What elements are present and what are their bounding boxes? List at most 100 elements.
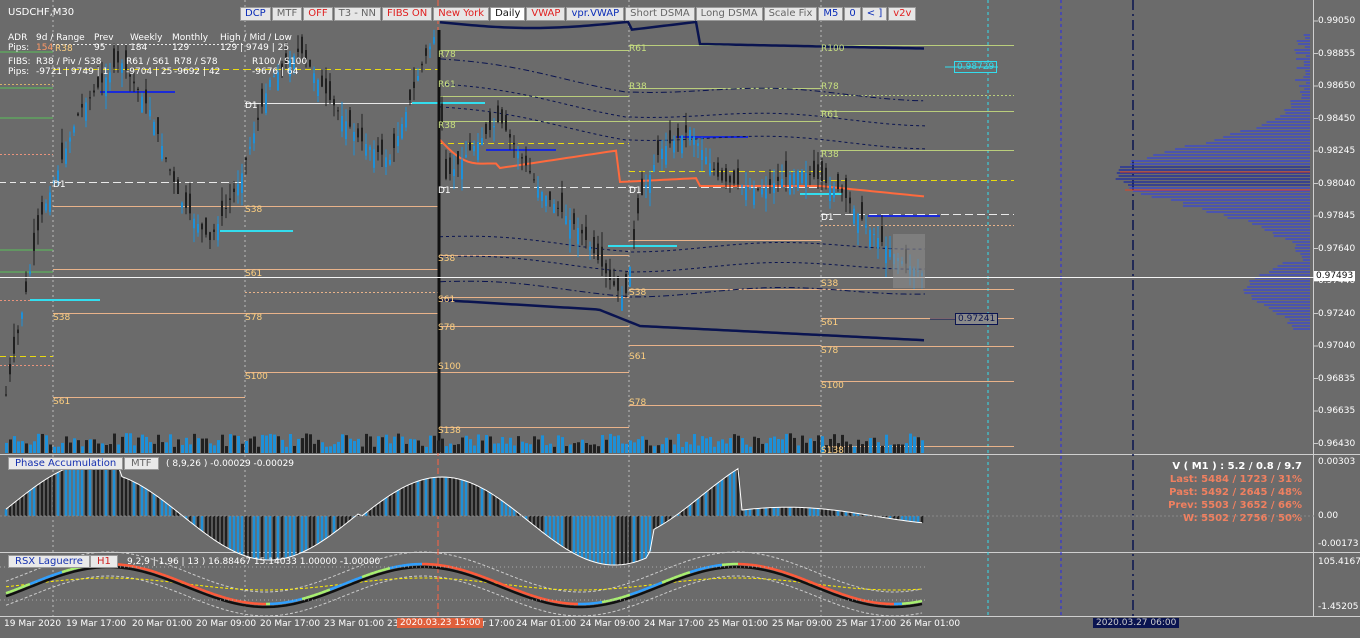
volume-bar (801, 435, 804, 453)
chart-canvas[interactable] (0, 0, 1360, 638)
candle-body (805, 173, 807, 187)
candle-body (697, 143, 699, 146)
adr-cell: High / Mid / Low (220, 33, 292, 43)
time-tick-label: 25 Mar 09:00 (772, 619, 833, 629)
volume-bar (793, 437, 796, 453)
rsx-color-line (157, 571, 163, 576)
volume-bar (745, 444, 748, 453)
candle-body (569, 220, 571, 239)
rsx-color-line (829, 588, 835, 593)
toolbar-button-8[interactable]: vpr.VWAP (566, 7, 625, 21)
rsx-h1-tag[interactable]: H1 (90, 555, 118, 568)
candle-body (561, 192, 563, 212)
rsx-color-line (489, 578, 495, 583)
fib-level-label: S100 (245, 372, 268, 382)
toolbar-button-6[interactable]: Daily (490, 7, 526, 21)
price-tick-label: 0.98855 (1318, 48, 1356, 59)
rsx-color-line (197, 587, 203, 592)
rsx-color-line (325, 588, 331, 593)
toolbar-button-15[interactable]: v2v (888, 7, 917, 21)
rsx-color-line (477, 573, 483, 578)
rsx-color-line (453, 566, 459, 570)
fib-level-label: S78 (821, 346, 839, 356)
volume-bar (65, 436, 68, 453)
candle-body (21, 312, 23, 319)
candle-body (833, 187, 835, 198)
volume-bar (373, 446, 376, 453)
toolbar-button-11[interactable]: Scale Fix (763, 7, 818, 21)
candle-body (149, 110, 151, 117)
candle-body (801, 171, 803, 183)
fib-level-label: S38 (245, 205, 263, 215)
phase-accumulation-tag[interactable]: Phase Accumulation (8, 457, 124, 470)
rsx-color-line (329, 586, 335, 591)
candle-body (453, 169, 455, 177)
rsx-color-line (537, 596, 543, 600)
volume-bar (353, 441, 356, 453)
fib-level-label: D1 (629, 186, 642, 196)
volume-bar (49, 444, 52, 453)
volume-bar (445, 446, 448, 453)
toolbar-button-7[interactable]: VWAP (526, 7, 566, 21)
candle-body (829, 185, 831, 202)
volume-bar (333, 444, 336, 453)
toolbar-button-2[interactable]: OFF (303, 7, 333, 21)
volume-bar (277, 436, 280, 453)
fib-info-cell: -9704 | 25 (126, 67, 173, 77)
candle-body (669, 130, 671, 144)
rsx-color-line (793, 574, 799, 579)
toolbar-button-1[interactable]: MTF (271, 7, 303, 21)
toolbar-button-14[interactable]: < ] (861, 7, 888, 21)
toolbar-button-3[interactable]: T3 - NN (333, 7, 381, 21)
rsx-color-line (661, 579, 667, 584)
candle-body (545, 196, 547, 207)
toolbar-button-5[interactable]: New York (433, 7, 490, 21)
rsx-laguerre-tag[interactable]: RSX Laguerre (8, 555, 90, 568)
phase-mtf-tag[interactable]: MTF (124, 457, 159, 470)
toolbar-button-13[interactable]: 0 (844, 7, 861, 21)
rsx-color-line (25, 582, 31, 587)
candle-body (589, 246, 591, 251)
volume-stats: V ( M1 ) : 5.2 / 0.8 / 9.7 Last: 5484 / 1… (1168, 460, 1302, 525)
candle-body (581, 229, 583, 234)
candle-body (165, 157, 167, 159)
rsx-color-line (533, 594, 539, 599)
volume-bar (477, 434, 480, 453)
volume-bar (425, 446, 428, 453)
candle-body (365, 144, 367, 156)
candle-body (361, 127, 363, 142)
candle-body (321, 75, 323, 87)
candle-body (573, 213, 575, 224)
volume-bar (181, 444, 184, 453)
volume-bar (417, 440, 420, 453)
volume-bar (101, 443, 104, 453)
rsx-color-line (637, 589, 643, 594)
rsx-color-line (21, 584, 27, 589)
fib-level-label: S61 (53, 397, 71, 407)
candle-body (617, 276, 619, 291)
volume-bar (465, 435, 468, 453)
volume-bar (489, 436, 492, 453)
volume-bar (585, 443, 588, 453)
toolbar-button-12[interactable]: M5 (818, 7, 844, 21)
time-tick-label: 20 Mar 09:00 (196, 619, 257, 629)
upper-price-tag: 0.98729 (954, 61, 998, 73)
volume-bar (845, 441, 848, 453)
volume-bar (57, 446, 60, 453)
rsx-color-line (177, 579, 183, 584)
toolbar-button-4[interactable]: FIBS ON (382, 7, 433, 21)
toolbar-button-9[interactable]: Short DSMA (625, 7, 695, 21)
adr-cell: 154 (36, 43, 54, 53)
fib-level-label: S38 (53, 313, 71, 323)
rsx-color-line (457, 567, 463, 572)
volume-bar (217, 440, 220, 453)
volume-bar (21, 441, 24, 453)
candle-body (173, 171, 175, 182)
volume-bar (717, 441, 720, 453)
fib-level-label: R38 (438, 121, 456, 131)
toolbar-button-0[interactable]: DCP (240, 7, 271, 21)
rsx-color-line (813, 582, 819, 587)
toolbar-button-10[interactable]: Long DSMA (695, 7, 763, 21)
candle-body (325, 78, 327, 94)
adr-cell: 129 (172, 43, 190, 53)
